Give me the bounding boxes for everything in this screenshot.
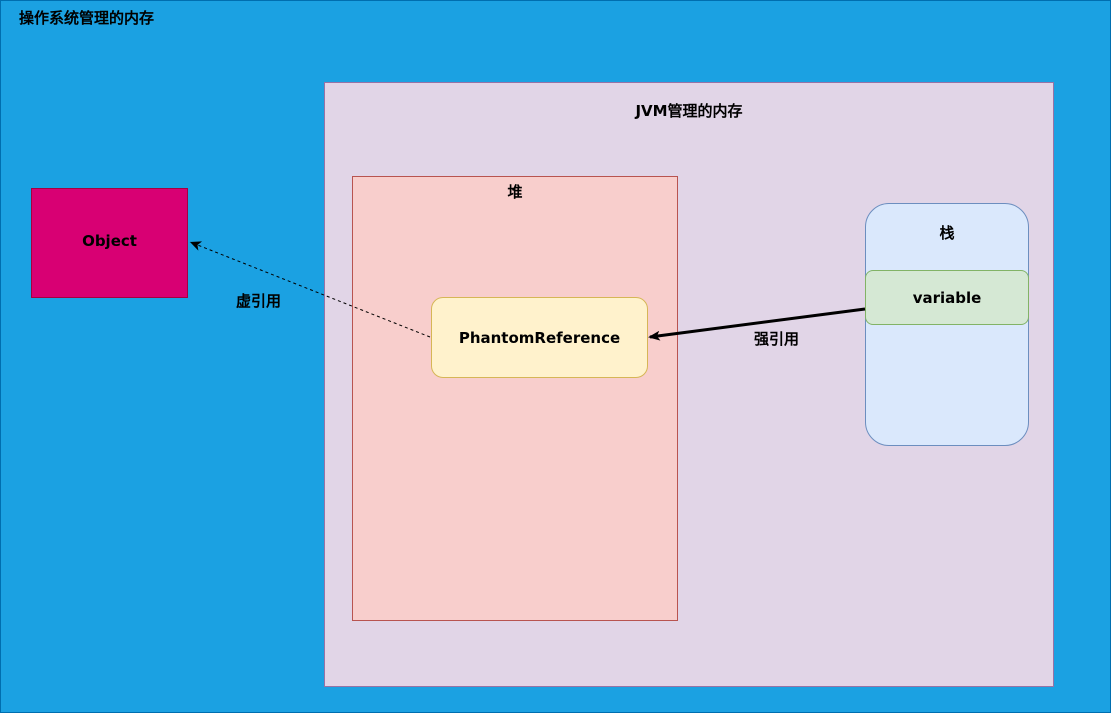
object-label: Object <box>82 232 137 250</box>
phantom-reference-edge-label: 虚引用 <box>236 292 282 310</box>
os-memory-title: 操作系统管理的内存 <box>19 9 155 27</box>
variable-label: variable <box>912 288 982 307</box>
phantom-reference-node: PhantomReference <box>431 297 648 378</box>
heap-container: 堆 <box>352 176 678 621</box>
object-node: Object <box>31 188 188 298</box>
phantom-reference-label: PhantomReference <box>458 328 621 347</box>
variable-node: variable <box>865 270 1029 325</box>
stack-title: 栈 <box>939 224 955 242</box>
strong-reference-edge-label: 强引用 <box>754 330 800 348</box>
heap-title: 堆 <box>507 183 523 201</box>
jvm-memory-title: JVM管理的内存 <box>635 102 743 120</box>
